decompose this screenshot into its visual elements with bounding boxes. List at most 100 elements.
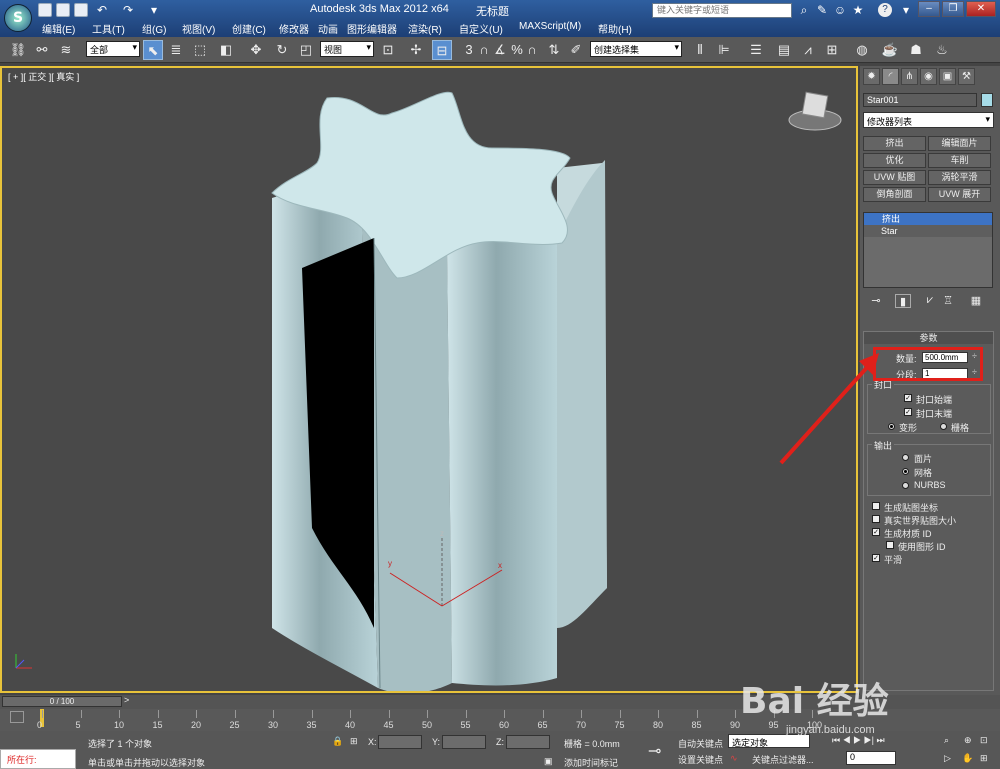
search-input[interactable] <box>652 3 792 18</box>
mini-curve-editor-icon[interactable] <box>10 711 24 723</box>
layer-manager-icon[interactable]: ☰ <box>746 40 766 60</box>
curve-editor-icon[interactable]: ⩘ <box>798 40 818 60</box>
scale-icon[interactable]: ◰ <box>296 40 316 60</box>
menu-tools[interactable]: 工具(T) <box>92 21 125 36</box>
menu-maxscript[interactable]: MAXScript(M) <box>519 21 581 32</box>
add-time-tag[interactable]: 添加时间标记 <box>564 756 618 769</box>
align-icon[interactable]: ⊫ <box>714 40 734 60</box>
window-crossing-icon[interactable]: ◧ <box>216 40 236 60</box>
new-file-icon[interactable] <box>38 3 52 17</box>
open-file-icon[interactable] <box>56 3 70 17</box>
selection-filter-dropdown[interactable]: 全部 <box>86 41 140 57</box>
favorites-icon[interactable]: ★ <box>850 2 866 18</box>
maximize-viewport-icon[interactable]: ⊞ <box>980 753 988 764</box>
configure-modifier-sets-icon[interactable]: ▦ <box>968 294 984 308</box>
smooth-checkbox[interactable]: ✓ <box>872 554 880 562</box>
modifier-extrude-button[interactable]: 挤出 <box>863 136 926 151</box>
undo-icon[interactable]: ↶ <box>94 2 110 18</box>
menu-create[interactable]: 创建(C) <box>232 21 266 36</box>
pin-stack-icon[interactable]: ⊸ <box>868 294 884 308</box>
link-icon[interactable]: ⛓ <box>8 40 28 60</box>
edit-named-selection-icon[interactable]: ✐ <box>566 40 586 60</box>
time-tag-icon[interactable]: ▣ <box>544 756 553 767</box>
display-tab-icon[interactable]: ▣ <box>939 68 956 85</box>
unlink-icon[interactable]: ⚯ <box>32 40 52 60</box>
material-editor-icon[interactable]: ◍ <box>852 40 872 60</box>
absolute-mode-icon[interactable]: ⊞ <box>350 736 358 747</box>
key-curve-icon[interactable]: ∿ <box>730 753 738 764</box>
maxscript-listener[interactable]: 所在行: <box>0 749 76 769</box>
binoculars-icon[interactable]: ⌕ <box>796 2 812 18</box>
account-icon[interactable]: ☺ <box>832 2 848 18</box>
select-by-name-icon[interactable]: ≣ <box>166 40 186 60</box>
time-slider-bar[interactable]: 0 / 100 > <box>0 695 1000 709</box>
lock-selection-icon[interactable]: 🔒 <box>332 736 343 747</box>
menu-help[interactable]: 帮助(H) <box>598 21 632 36</box>
remove-modifier-icon[interactable]: ♖ <box>940 294 956 308</box>
restore-button[interactable]: ❐ <box>942 1 964 17</box>
viewcube-icon[interactable] <box>788 91 842 131</box>
gen-mat-id-checkbox[interactable]: ✓ <box>872 528 880 536</box>
y-coord-field[interactable] <box>442 735 486 749</box>
extruded-star-object[interactable] <box>271 91 607 693</box>
schematic-view-icon[interactable]: ⊞ <box>822 40 842 60</box>
modifier-edit-patch-button[interactable]: 编辑面片 <box>928 136 991 151</box>
key-filters-button[interactable]: 关键点过滤器... <box>752 753 814 766</box>
redo-icon[interactable]: ↷ <box>120 2 136 18</box>
z-coord-field[interactable] <box>506 735 550 749</box>
object-color-swatch[interactable] <box>981 93 993 107</box>
keyboard-shortcut-icon[interactable]: ⊟ <box>432 40 452 60</box>
utilities-tab-icon[interactable]: ⚒ <box>958 68 975 85</box>
real-world-checkbox[interactable] <box>872 515 880 523</box>
modifier-bevel-profile-button[interactable]: 倒角剖面 <box>863 187 926 202</box>
set-key-button[interactable]: 设置关键点 <box>678 753 723 766</box>
help-icon[interactable]: ? <box>878 3 892 17</box>
graphite-ribbon-icon[interactable]: ▤ <box>774 40 794 60</box>
angle-snap-icon[interactable]: ∡ <box>490 40 510 60</box>
mesh-radio[interactable] <box>902 468 909 475</box>
time-next-icon[interactable]: > <box>124 695 129 705</box>
close-button[interactable]: ✕ <box>966 1 996 17</box>
menu-rendering[interactable]: 渲染(R) <box>408 21 442 36</box>
modifier-optimize-button[interactable]: 优化 <box>863 153 926 168</box>
modifier-uvw-map-button[interactable]: UVW 贴图 <box>863 170 926 185</box>
pan-icon[interactable]: ✋ <box>962 753 973 764</box>
key-icon[interactable]: ⊸ <box>648 741 661 761</box>
menu-group[interactable]: 组(G) <box>142 21 166 36</box>
perspective-viewport[interactable]: [ + ][ 正交 ][ 真实 ] y x z <box>0 66 858 693</box>
render-icon[interactable]: ♨ <box>932 40 952 60</box>
rect-selection-icon[interactable]: ⬚ <box>190 40 210 60</box>
menu-views[interactable]: 视图(V) <box>182 21 215 36</box>
select-manipulate-icon[interactable]: ✢ <box>406 40 426 60</box>
cap-start-checkbox[interactable]: ✓ <box>904 394 912 402</box>
menu-animation[interactable]: 动画 <box>318 21 338 36</box>
gen-mapping-checkbox[interactable] <box>872 502 880 510</box>
zoom-extents-icon[interactable]: ⊡ <box>980 735 988 746</box>
bind-spacewarp-icon[interactable]: ≋ <box>56 40 76 60</box>
cap-end-checkbox[interactable]: ✓ <box>904 408 912 416</box>
zoom-all-icon[interactable]: ⊕ <box>964 735 972 746</box>
stack-item-star[interactable]: Star <box>864 225 992 237</box>
spinner-snap-icon[interactable]: ∩ <box>522 40 542 60</box>
mirror-icon[interactable]: ⫴ <box>690 40 710 60</box>
rotate-icon[interactable]: ↻ <box>272 40 292 60</box>
stack-item-extrude[interactable]: 挤出 <box>864 213 992 225</box>
help-dropdown-icon[interactable]: ▾ <box>898 2 914 18</box>
select-object-icon[interactable]: ⬉ <box>143 40 163 60</box>
motion-tab-icon[interactable]: ◉ <box>920 68 937 85</box>
use-shape-id-checkbox[interactable] <box>886 541 894 549</box>
make-unique-icon[interactable]: ⩗ <box>922 294 938 308</box>
modifier-list-dropdown[interactable]: 修改器列表 <box>863 112 994 128</box>
nurbs-radio[interactable] <box>902 482 909 489</box>
patch-radio[interactable] <box>902 454 909 461</box>
rollout-title[interactable]: 参数 <box>864 332 993 344</box>
minimize-button[interactable]: – <box>918 1 940 17</box>
modifier-turbosmooth-button[interactable]: 涡轮平滑 <box>928 170 991 185</box>
modifier-unwrap-uvw-button[interactable]: UVW 展开 <box>928 187 991 202</box>
auto-key-button[interactable]: 自动关键点 <box>678 737 723 750</box>
current-frame-field[interactable]: 0 <box>846 751 896 765</box>
render-setup-icon[interactable]: ☕ <box>880 40 900 60</box>
menu-graph-editors[interactable]: 图形编辑器 <box>347 21 397 36</box>
menu-customize[interactable]: 自定义(U) <box>459 21 503 36</box>
modify-tab-icon[interactable]: ◜ <box>882 68 899 85</box>
